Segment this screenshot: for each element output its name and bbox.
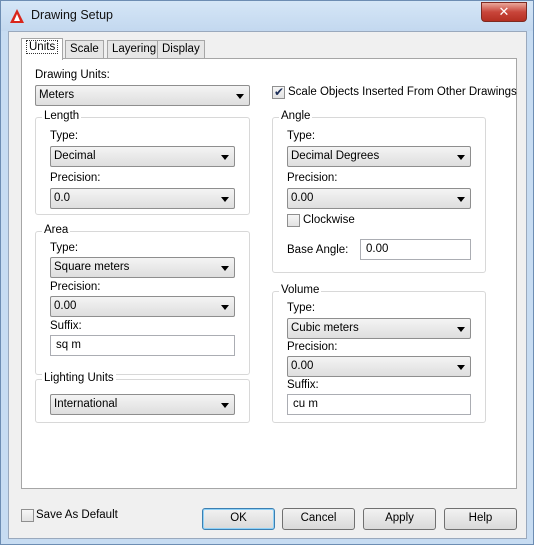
save-as-default-label: Save As Default <box>36 509 118 521</box>
dialog-body: Units Scale Layering Display Drawing Uni… <box>8 31 527 539</box>
area-type-value: Square meters <box>54 261 130 273</box>
clockwise-checkbox[interactable] <box>287 214 300 227</box>
checkmark-icon: ✔ <box>274 85 285 99</box>
area-legend: Area <box>42 224 71 236</box>
angle-legend: Angle <box>279 110 313 122</box>
base-angle-value: 0.00 <box>366 243 389 255</box>
tab-display-label: Display <box>162 43 200 55</box>
area-precision-dropdown[interactable]: 0.00 <box>50 296 235 317</box>
volume-suffix-input[interactable]: cu m <box>287 394 471 415</box>
volume-suffix-label: Suffix: <box>287 379 319 391</box>
ok-button[interactable]: OK <box>202 508 275 530</box>
volume-suffix-value: cu m <box>293 398 318 410</box>
clockwise-label: Clockwise <box>303 214 355 226</box>
base-angle-label: Base Angle: <box>287 244 349 256</box>
apply-button[interactable]: Apply <box>363 508 436 530</box>
volume-precision-value: 0.00 <box>291 360 314 372</box>
autocad-a-icon <box>10 9 24 23</box>
volume-group: Volume Type: Cubic meters Precision: 0.0… <box>272 284 486 423</box>
area-suffix-label: Suffix: <box>50 320 82 332</box>
chevron-down-icon <box>236 94 244 99</box>
tab-scale-label: Scale <box>70 43 99 55</box>
lighting-units-dropdown[interactable]: International <box>50 394 235 415</box>
cancel-button[interactable]: Cancel <box>282 508 355 530</box>
length-type-label: Type: <box>50 130 79 142</box>
volume-type-label: Type: <box>287 302 316 314</box>
title-bar: Drawing Setup ✕ <box>1 1 533 31</box>
scale-objects-checkbox[interactable]: ✔ <box>272 85 285 99</box>
chevron-down-icon <box>457 365 465 370</box>
lighting-units-group: Lighting Units International <box>35 372 250 423</box>
chevron-down-icon <box>221 155 229 160</box>
length-type-value: Decimal <box>54 150 96 162</box>
volume-legend: Volume <box>279 284 322 296</box>
volume-type-dropdown[interactable]: Cubic meters <box>287 318 471 339</box>
volume-type-value: Cubic meters <box>291 322 359 334</box>
chevron-down-icon <box>221 305 229 310</box>
volume-precision-label: Precision: <box>287 341 338 353</box>
length-precision-dropdown[interactable]: 0.0 <box>50 188 235 209</box>
drawing-units-dropdown[interactable]: Meters <box>35 85 250 106</box>
angle-type-dropdown[interactable]: Decimal Degrees <box>287 146 471 167</box>
area-group: Area Type: Square meters Precision: 0.00… <box>35 224 250 375</box>
area-type-label: Type: <box>50 242 79 254</box>
tab-units-label: Units <box>26 40 59 54</box>
chevron-down-icon <box>457 155 465 160</box>
base-angle-input[interactable]: 0.00 <box>360 239 471 260</box>
units-panel: Drawing Units: Meters ✔ Scale Objects In… <box>21 58 517 489</box>
angle-type-value: Decimal Degrees <box>291 150 380 162</box>
tab-units[interactable]: Units <box>21 38 64 60</box>
save-as-default-checkbox[interactable] <box>21 509 34 522</box>
length-precision-value: 0.0 <box>54 192 70 204</box>
drawing-units-value: Meters <box>39 89 75 101</box>
chevron-down-icon <box>221 266 229 271</box>
lighting-units-legend: Lighting Units <box>42 372 116 384</box>
chevron-down-icon <box>221 403 229 408</box>
volume-precision-dropdown[interactable]: 0.00 <box>287 356 471 377</box>
length-group: Length Type: Decimal Precision: 0.0 <box>35 110 250 215</box>
window-title: Drawing Setup <box>31 8 113 22</box>
length-precision-label: Precision: <box>50 172 101 184</box>
area-suffix-value: sq m <box>56 339 81 351</box>
angle-precision-label: Precision: <box>287 172 338 184</box>
chevron-down-icon <box>457 327 465 332</box>
dialog-window: Drawing Setup ✕ Units Scale Layering Dis… <box>0 0 534 545</box>
angle-type-label: Type: <box>287 130 316 142</box>
drawing-units-label: Drawing Units: <box>35 69 110 81</box>
tab-display[interactable]: Display <box>157 40 205 59</box>
length-legend: Length <box>42 110 82 122</box>
angle-group: Angle Type: Decimal Degrees Precision: 0… <box>272 110 486 273</box>
angle-precision-dropdown[interactable]: 0.00 <box>287 188 471 209</box>
tab-layering-label: Layering <box>112 43 157 55</box>
chevron-down-icon <box>221 197 229 202</box>
lighting-units-value: International <box>54 398 118 410</box>
chevron-down-icon <box>457 197 465 202</box>
help-button[interactable]: Help <box>444 508 517 530</box>
area-suffix-input[interactable]: sq m <box>50 335 235 356</box>
length-type-dropdown[interactable]: Decimal <box>50 146 235 167</box>
angle-precision-value: 0.00 <box>291 192 314 204</box>
area-type-dropdown[interactable]: Square meters <box>50 257 235 278</box>
scale-objects-label: Scale Objects Inserted From Other Drawin… <box>288 86 517 98</box>
area-precision-label: Precision: <box>50 281 101 293</box>
tab-scale[interactable]: Scale <box>65 40 104 59</box>
area-precision-value: 0.00 <box>54 300 77 312</box>
close-button[interactable]: ✕ <box>481 2 527 22</box>
tab-layering[interactable]: Layering <box>107 40 162 59</box>
